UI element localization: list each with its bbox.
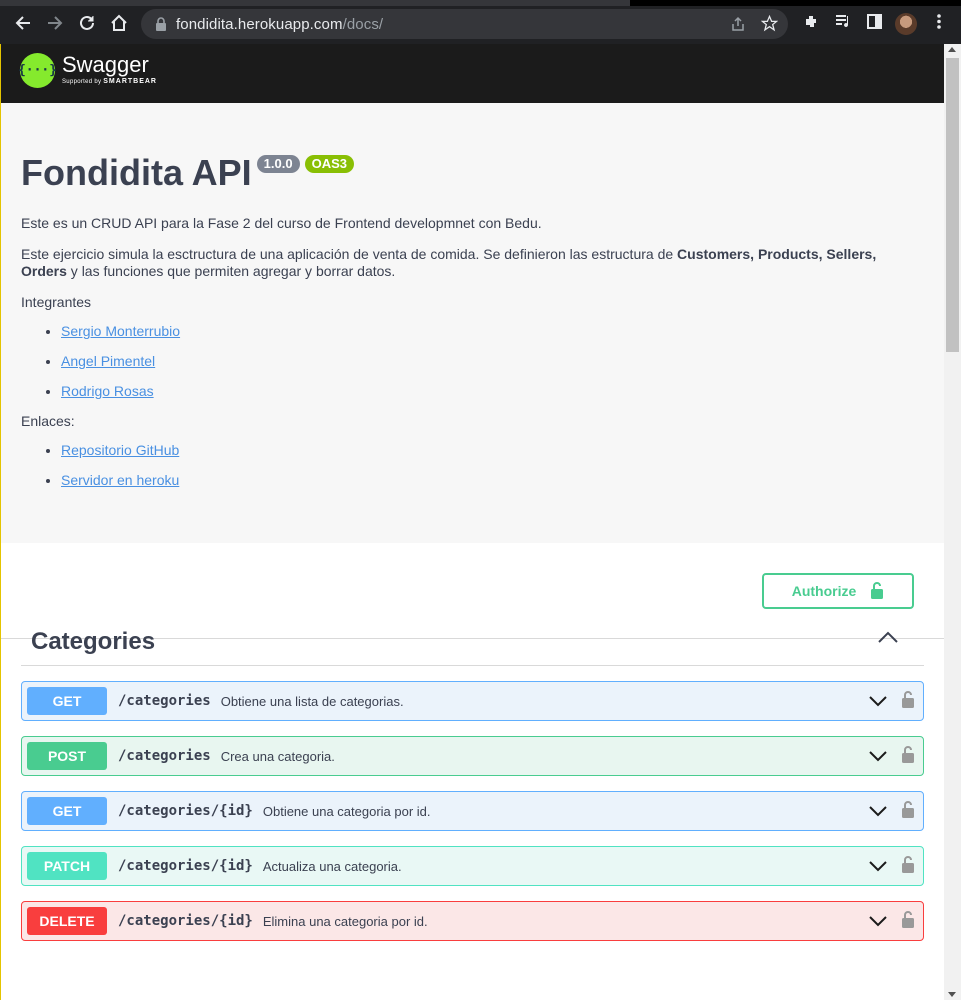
operation-summary: Crea una categoria. — [220, 748, 335, 764]
lock-icon[interactable] — [901, 690, 915, 713]
chevron-up-icon[interactable] — [877, 630, 899, 649]
swagger-logo-tagline: Supported by SMARTBEAR — [62, 78, 157, 85]
swagger-topbar: {···} Swagger Supported by SMARTBEAR — [1, 44, 944, 103]
list-item: Repositorio GitHub — [61, 442, 901, 459]
operation-path: /categories/{id} — [118, 913, 253, 929]
browser-toolbar: fondidita.herokuapp.com/docs/ — [0, 0, 961, 44]
operation-patch-category[interactable]: PATCH /categories/{id} Actualiza una cat… — [21, 846, 924, 886]
api-description: Este es un CRUD API para la Fase 2 del c… — [21, 215, 901, 502]
method-badge: PATCH — [27, 852, 107, 880]
list-item: Sergio Monterrubio — [61, 323, 901, 340]
scrollbar-thumb[interactable] — [946, 58, 959, 352]
section-title: Categories — [31, 628, 156, 655]
chevron-down-icon[interactable] — [869, 859, 887, 877]
list-item: Rodrigo Rosas — [61, 383, 901, 400]
scroll-down-arrow-icon[interactable] — [948, 992, 956, 997]
swagger-logo[interactable]: {···} Swagger Supported by SMARTBEAR — [18, 52, 157, 88]
swagger-logo-name: Swagger — [62, 52, 149, 77]
page-viewport: {···} Swagger Supported by SMARTBEAR Fon… — [0, 44, 961, 1000]
operation-summary: Obtiene una categoria por id. — [262, 803, 431, 819]
description-paragraph-1: Este es un CRUD API para la Fase 2 del c… — [21, 215, 542, 231]
heroku-server-link[interactable]: Servidor en heroku — [61, 472, 179, 488]
section-header[interactable]: Categories — [21, 620, 924, 666]
side-panel-icon[interactable] — [866, 13, 883, 35]
members-heading: Integrantes — [21, 294, 92, 310]
address-bar[interactable]: fondidita.herokuapp.com/docs/ — [141, 9, 788, 39]
swagger-logo-icon: {···} — [18, 53, 57, 88]
chevron-down-icon[interactable] — [869, 749, 887, 767]
links-list: Repositorio GitHub Servidor en heroku — [61, 442, 901, 489]
description-paragraph-2: Este ejercicio simula la esctructura de … — [21, 246, 877, 279]
operation-path: /categories/{id} — [118, 803, 253, 819]
oas-badge: OAS3 — [304, 155, 354, 173]
operation-summary: Elimina una categoria por id. — [262, 913, 428, 929]
chevron-down-icon[interactable] — [869, 914, 887, 932]
method-badge: GET — [27, 687, 107, 715]
operation-get-categories[interactable]: GET /categories Obtiene una lista de cat… — [21, 681, 924, 721]
reload-icon[interactable] — [76, 12, 98, 34]
back-icon[interactable] — [12, 12, 34, 34]
operation-path: /categories/{id} — [118, 858, 253, 874]
extensions-icon[interactable] — [803, 13, 820, 35]
operation-path: /categories — [118, 693, 211, 709]
lock-icon[interactable] — [901, 800, 915, 823]
unlock-icon — [870, 581, 884, 602]
github-repo-link[interactable]: Repositorio GitHub — [61, 442, 179, 458]
operation-path: /categories — [118, 748, 211, 764]
profile-avatar[interactable] — [895, 13, 917, 35]
lock-icon[interactable] — [901, 745, 915, 768]
operation-summary: Actualiza una categoria. — [262, 858, 402, 874]
operation-summary: Obtiene una lista de categorias. — [220, 693, 404, 709]
members-list: Sergio Monterrubio Angel Pimentel Rodrig… — [61, 323, 901, 400]
page-scrollbar[interactable] — [944, 44, 961, 1000]
authorize-button[interactable]: Authorize — [762, 573, 914, 609]
authorize-label: Authorize — [791, 583, 857, 599]
api-title: Fondidita API — [21, 152, 252, 193]
scroll-up-arrow-icon[interactable] — [948, 47, 956, 52]
version-badge: 1.0.0 — [256, 155, 300, 173]
home-icon[interactable] — [108, 12, 130, 34]
lock-icon[interactable] — [901, 910, 915, 933]
lock-icon — [155, 17, 167, 36]
lock-icon[interactable] — [901, 855, 915, 878]
operation-delete-category[interactable]: DELETE /categories/{id} Elimina una cate… — [21, 901, 924, 941]
links-heading: Enlaces: — [21, 413, 75, 429]
method-badge: POST — [27, 742, 107, 770]
categories-section: Categories GET /categories Obtiene una l… — [21, 620, 924, 941]
url-text[interactable]: fondidita.herokuapp.com/docs/ — [176, 16, 383, 33]
operation-get-category-by-id[interactable]: GET /categories/{id} Obtiene una categor… — [21, 791, 924, 831]
bookmark-star-icon[interactable] — [760, 14, 779, 37]
share-icon[interactable] — [730, 16, 746, 37]
member-link-angel[interactable]: Angel Pimentel — [61, 353, 155, 369]
chevron-down-icon[interactable] — [869, 804, 887, 822]
method-badge: DELETE — [27, 907, 107, 935]
media-queue-icon[interactable] — [834, 13, 852, 35]
forward-icon[interactable] — [44, 12, 66, 34]
more-menu-icon[interactable] — [933, 13, 945, 35]
list-item: Angel Pimentel — [61, 353, 901, 370]
url-path: /docs/ — [342, 16, 384, 33]
member-link-rodrigo[interactable]: Rodrigo Rosas — [61, 383, 154, 399]
list-item: Servidor en heroku — [61, 472, 901, 489]
url-host: fondidita.herokuapp.com — [176, 16, 343, 33]
tab-strip — [0, 0, 961, 6]
operation-post-categories[interactable]: POST /categories Crea una categoria. — [21, 736, 924, 776]
member-link-sergio[interactable]: Sergio Monterrubio — [61, 323, 180, 339]
chevron-down-icon[interactable] — [869, 694, 887, 712]
method-badge: GET — [27, 797, 107, 825]
api-info: Fondidita API 1.0.0 OAS3 Este es un CRUD… — [1, 103, 944, 543]
